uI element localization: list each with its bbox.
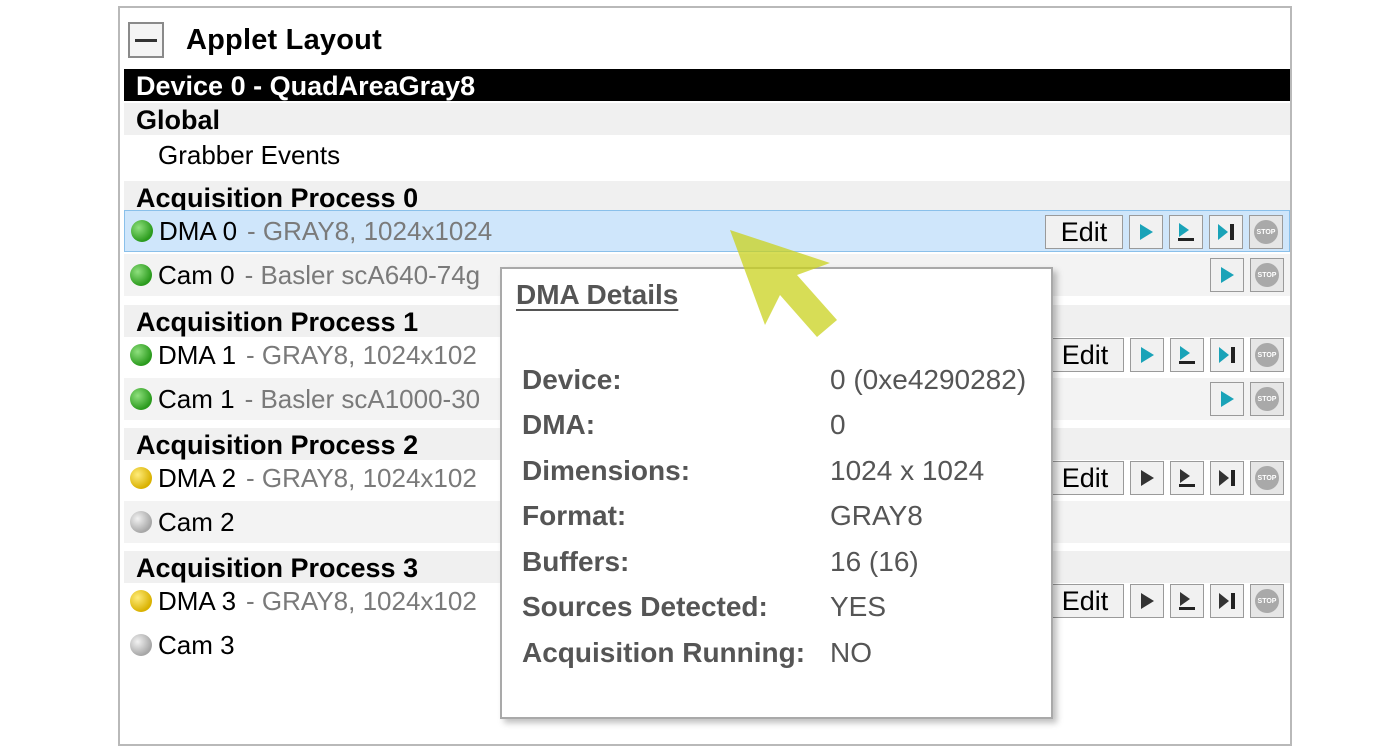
stop-button[interactable]: STOP <box>1250 382 1284 416</box>
snapshot-icon <box>1179 592 1195 610</box>
edit-button[interactable]: Edit <box>1046 584 1124 618</box>
dma-controls: Edit STOP <box>1046 584 1284 618</box>
play-button[interactable] <box>1210 258 1244 292</box>
status-led-green <box>130 344 152 366</box>
panel-header: Applet Layout <box>128 18 1282 62</box>
dma-name: DMA 1 <box>158 339 237 370</box>
dma-name: DMA 3 <box>158 585 237 616</box>
play-icon <box>1221 391 1234 407</box>
dma-controls: Edit STOP <box>1045 215 1283 249</box>
device-header[interactable]: Device 0 - QuadAreaGray8 <box>124 69 1290 101</box>
stop-icon: STOP <box>1255 343 1279 367</box>
cam-detail: - Basler scA1000-30 <box>244 383 481 414</box>
play-button[interactable] <box>1130 461 1164 495</box>
step-button[interactable] <box>1210 338 1244 372</box>
play-button[interactable] <box>1210 382 1244 416</box>
section-global: Global <box>124 103 1290 135</box>
tooltip-value: 0 (0xe4290282) <box>830 364 1027 395</box>
snapshot-button[interactable] <box>1170 584 1204 618</box>
play-icon <box>1141 593 1154 609</box>
tooltip-label: Acquisition Running: <box>522 637 806 668</box>
tooltip-label: Buffers: <box>522 546 630 577</box>
play-button[interactable] <box>1130 584 1164 618</box>
step-button[interactable] <box>1209 215 1243 249</box>
stop-icon: STOP <box>1255 263 1279 287</box>
tooltip-label: Device: <box>522 364 622 395</box>
status-led-gray <box>130 634 152 656</box>
tooltip-value: 1024 x 1024 <box>830 455 985 486</box>
tooltip-label: Format: <box>522 500 627 531</box>
dma-controls: Edit STOP <box>1046 338 1284 372</box>
stop-button[interactable]: STOP <box>1250 338 1284 372</box>
grabber-events-item[interactable]: Grabber Events <box>124 134 1290 176</box>
stop-icon: STOP <box>1255 387 1279 411</box>
tooltip-value: 0 <box>830 409 846 440</box>
stop-button[interactable]: STOP <box>1249 215 1283 249</box>
cam-detail: - Basler scA640-74g <box>244 259 481 290</box>
edit-button[interactable]: Edit <box>1046 461 1124 495</box>
section-acquisition-process-0: Acquisition Process 0 <box>124 181 1290 213</box>
edit-button[interactable]: Edit <box>1045 215 1123 249</box>
stop-icon: STOP <box>1255 466 1279 490</box>
tooltip-value: NO <box>830 637 872 668</box>
minus-icon <box>135 38 157 42</box>
edit-button[interactable]: Edit <box>1046 338 1124 372</box>
cam-name: Cam 0 <box>158 259 235 290</box>
stop-icon: STOP <box>1255 589 1279 613</box>
status-led-gray <box>130 511 152 533</box>
snapshot-icon <box>1179 469 1195 487</box>
cam-controls: STOP <box>1210 258 1284 292</box>
cam-name: Cam 1 <box>158 383 235 414</box>
status-led-green <box>130 388 152 410</box>
stop-button[interactable]: STOP <box>1250 258 1284 292</box>
dma-controls: Edit STOP <box>1046 461 1284 495</box>
dma-detail: - GRAY8, 1024x102 <box>246 462 477 493</box>
snapshot-button[interactable] <box>1169 215 1203 249</box>
play-button[interactable] <box>1130 338 1164 372</box>
stop-button[interactable]: STOP <box>1250 461 1284 495</box>
dma-name: DMA 2 <box>158 462 237 493</box>
snapshot-button[interactable] <box>1170 461 1204 495</box>
panel-title: Applet Layout <box>186 23 382 56</box>
step-icon <box>1219 347 1235 363</box>
cam-name: Cam 3 <box>158 629 235 660</box>
tooltip-label: DMA: <box>522 409 596 440</box>
dma-detail: - GRAY8, 1024x102 <box>246 339 477 370</box>
step-icon <box>1218 224 1234 240</box>
dma-detail: - GRAY8, 1024x102 <box>246 585 477 616</box>
play-icon <box>1141 470 1154 486</box>
status-led-yellow <box>130 467 152 489</box>
step-icon <box>1219 470 1235 486</box>
tooltip-title: DMA Details <box>516 279 679 310</box>
snapshot-icon <box>1178 223 1194 241</box>
play-icon <box>1140 224 1153 240</box>
stop-icon: STOP <box>1254 220 1278 244</box>
snapshot-button[interactable] <box>1170 338 1204 372</box>
collapse-button[interactable] <box>128 22 164 58</box>
status-led-green <box>131 220 153 242</box>
snapshot-icon <box>1179 346 1195 364</box>
step-button[interactable] <box>1210 461 1244 495</box>
tooltip-label: Dimensions: <box>522 455 691 486</box>
status-led-yellow <box>130 590 152 612</box>
play-button[interactable] <box>1129 215 1163 249</box>
play-icon <box>1141 347 1154 363</box>
status-led-green <box>130 264 152 286</box>
tooltip-value: 16 (16) <box>830 546 919 577</box>
tooltip-value: YES <box>830 591 887 622</box>
step-icon <box>1219 593 1235 609</box>
play-icon <box>1221 267 1234 283</box>
cam-controls: STOP <box>1210 382 1284 416</box>
pointer-arrow-icon <box>730 230 837 337</box>
step-button[interactable] <box>1210 584 1244 618</box>
tooltip-label: Sources Detected: <box>522 591 768 622</box>
tooltip-value: GRAY8 <box>830 500 923 531</box>
dma-detail: - GRAY8, 1024x1024 <box>247 215 493 246</box>
stop-button[interactable]: STOP <box>1250 584 1284 618</box>
cam-name: Cam 2 <box>158 506 235 537</box>
dma-name: DMA 0 <box>159 215 238 246</box>
dma-0-row[interactable]: DMA 0 - GRAY8, 1024x1024 Edit STOP <box>124 210 1290 252</box>
